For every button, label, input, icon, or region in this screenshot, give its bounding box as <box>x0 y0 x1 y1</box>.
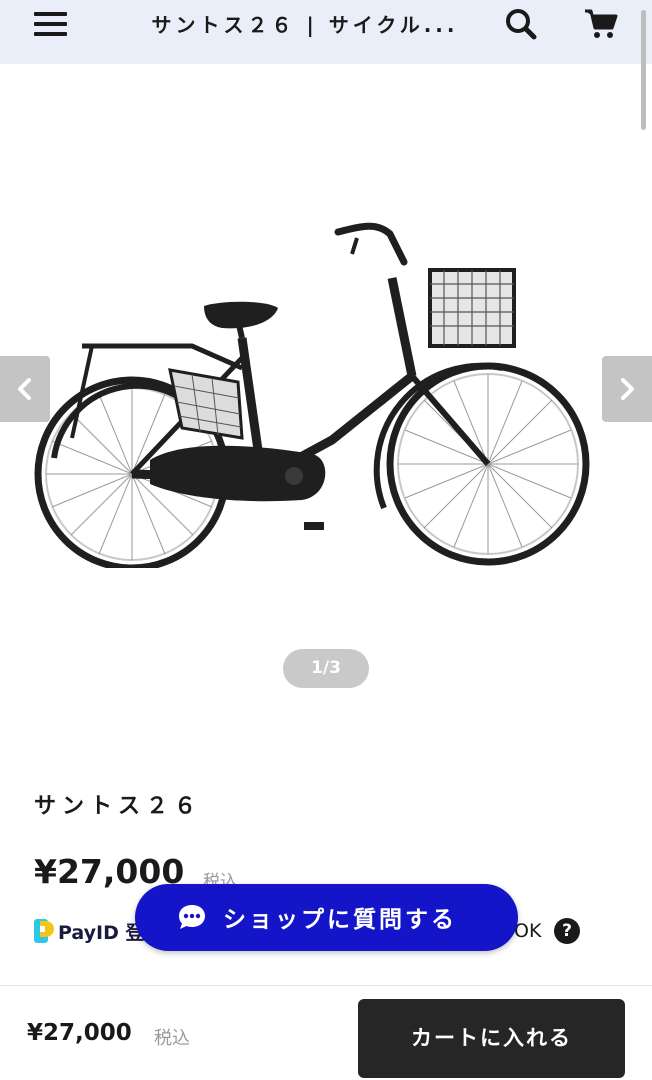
bottom-price: ¥27,000 <box>27 1020 132 1046</box>
bottom-purchase-bar: ¥27,000 税込 カートに入れる <box>0 985 652 1080</box>
cart-icon[interactable] <box>584 8 618 40</box>
add-to-cart-button[interactable]: カートに入れる <box>358 999 625 1078</box>
payid-logo-icon <box>34 919 54 943</box>
gallery-prev-button[interactable] <box>0 356 50 422</box>
payid-label: PayID 登 <box>58 922 145 944</box>
ask-shop-button[interactable]: ショップに質問する <box>135 884 518 951</box>
bottom-tax-label: 税込 <box>154 1028 190 1049</box>
header-bar: サントス２６ | サイクル... <box>0 0 652 64</box>
chevron-left-icon <box>18 378 31 400</box>
chevron-right-icon <box>621 378 634 400</box>
help-icon[interactable]: ? <box>554 918 580 944</box>
gallery-counter: 1/3 <box>283 649 369 688</box>
search-icon[interactable] <box>505 8 537 40</box>
page-title: サントス２６ | サイクル... <box>151 13 459 37</box>
product-image-gallery: 1/3 <box>0 64 652 734</box>
chat-bubble-icon <box>179 905 205 929</box>
hamburger-menu-icon[interactable] <box>34 12 67 36</box>
gallery-next-button[interactable] <box>602 356 652 422</box>
product-name: サントス２６ <box>34 794 203 819</box>
payid-ok-text: OK <box>514 920 542 942</box>
product-image-bicycle <box>34 222 590 568</box>
ask-shop-label: ショップに質問する <box>223 907 457 933</box>
